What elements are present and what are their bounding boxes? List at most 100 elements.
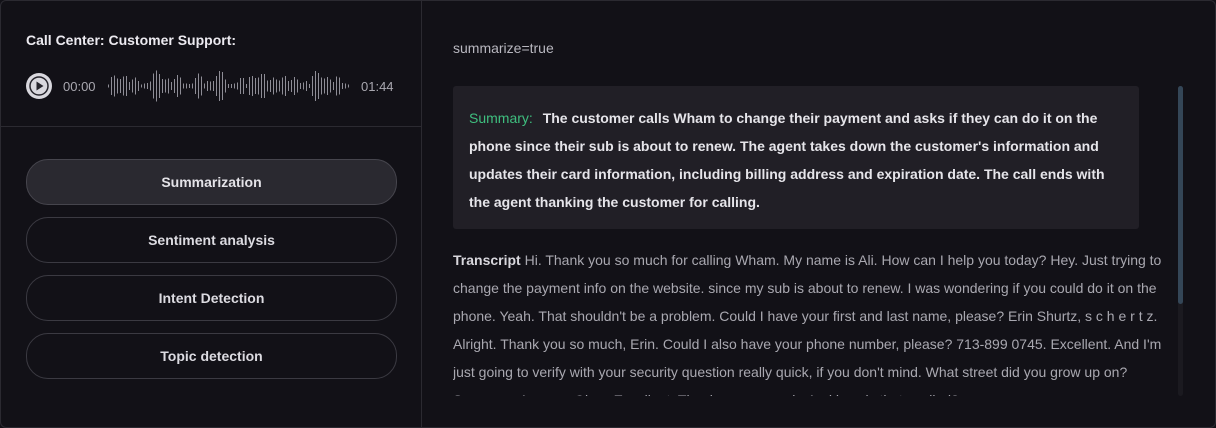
waveform-bar <box>282 77 283 95</box>
waveform-bar <box>189 84 190 88</box>
waveform-bar <box>219 71 220 101</box>
waveform-bar <box>135 77 136 95</box>
waveform-bar <box>315 71 316 101</box>
summary-text: The customer calls Wham to change their … <box>469 110 1105 210</box>
play-button[interactable] <box>26 73 52 99</box>
waveform-bar <box>162 79 163 93</box>
transcript-label: Transcript <box>453 252 521 268</box>
waveform-bar <box>336 76 337 96</box>
waveform-bar <box>171 82 172 90</box>
waveform-bar <box>309 84 310 88</box>
waveform-bar <box>291 80 292 92</box>
waveform-bar <box>183 83 184 89</box>
waveform-bar <box>207 81 208 91</box>
waveform-bar <box>339 77 340 95</box>
waveform-bar <box>306 81 307 91</box>
waveform-bar <box>147 83 148 89</box>
waveform-bar <box>252 76 253 96</box>
waveform-bar <box>129 82 130 90</box>
waveform-bar <box>216 76 217 96</box>
scrollbar-thumb[interactable] <box>1178 86 1183 304</box>
total-duration: 01:44 <box>361 79 394 94</box>
waveform-bar <box>210 81 211 91</box>
waveform-bar <box>273 77 274 95</box>
waveform-bar <box>144 83 145 89</box>
play-icon <box>29 76 49 96</box>
waveform-bar <box>153 73 154 99</box>
waveform-bar <box>111 77 112 95</box>
transcript-text: Hi. Thank you so much for calling Wham. … <box>453 252 1162 396</box>
waveform-bar <box>138 81 139 91</box>
audio-waveform[interactable] <box>107 68 351 104</box>
waveform-bar <box>198 73 199 99</box>
waveform-bar <box>303 82 304 90</box>
app-window: Call Center: Customer Support: 00:00 01:… <box>0 0 1216 428</box>
waveform-bar <box>333 82 334 90</box>
waveform-bar <box>195 78 196 94</box>
waveform-bar <box>117 78 118 94</box>
waveform-bar <box>201 76 202 96</box>
waveform-bar <box>267 80 268 92</box>
request-parameter: summarize=true <box>453 40 554 56</box>
intent-detection-button[interactable]: Intent Detection <box>26 275 397 321</box>
waveform-bar <box>264 74 265 98</box>
current-time: 00:00 <box>63 79 96 94</box>
waveform-bar <box>258 77 259 95</box>
waveform-bar <box>177 75 178 97</box>
waveform-bar <box>108 84 109 88</box>
waveform-bar <box>228 84 229 88</box>
waveform-bar <box>285 76 286 96</box>
waveform-bar <box>120 79 121 93</box>
waveform-bar <box>321 77 322 95</box>
waveform-bar <box>186 83 187 89</box>
waveform-bar <box>237 82 238 90</box>
scrollbar[interactable] <box>1178 86 1183 396</box>
waveform-bar <box>234 83 235 89</box>
waveform-bar <box>348 84 349 88</box>
waveform-bar <box>330 79 331 93</box>
waveform-bar <box>342 83 343 89</box>
waveform-bar <box>246 84 247 88</box>
waveform-bar <box>168 78 169 94</box>
summary-label: Summary: <box>469 110 533 126</box>
waveform-bar <box>255 78 256 94</box>
waveform-bar <box>261 74 262 98</box>
waveform-bar <box>156 70 157 102</box>
call-title: Call Center: Customer Support: <box>26 32 237 48</box>
waveform-bar <box>318 73 319 99</box>
transcript-text-area: Transcript Hi. Thank you so much for cal… <box>453 246 1165 396</box>
waveform-bar <box>159 74 160 98</box>
waveform-bar <box>327 77 328 95</box>
waveform-bar <box>132 79 133 93</box>
waveform-bar <box>141 84 142 88</box>
waveform-bar <box>114 75 115 97</box>
audio-player-section: Call Center: Customer Support: 00:00 01:… <box>1 1 421 127</box>
waveform-bar <box>225 79 226 93</box>
waveform-bar <box>288 81 289 91</box>
waveform-bar <box>204 83 205 89</box>
waveform-bar <box>270 80 271 92</box>
waveform-bar <box>324 78 325 94</box>
waveform-bar <box>297 79 298 93</box>
waveform-bar <box>213 81 214 91</box>
waveform-bar <box>276 79 277 93</box>
waveform-bar <box>180 77 181 95</box>
waveform-bar <box>300 83 301 89</box>
waveform-bar <box>123 76 124 96</box>
summary-box: Summary: The customer calls Wham to chan… <box>453 86 1139 229</box>
waveform-bar <box>165 79 166 93</box>
waveform-bar <box>222 72 223 100</box>
waveform-bar <box>240 78 241 94</box>
sentiment-analysis-button[interactable]: Sentiment analysis <box>26 217 397 263</box>
waveform-bar <box>312 76 313 96</box>
waveform-bar <box>249 77 250 95</box>
waveform-bar <box>294 77 295 95</box>
summarization-button[interactable]: Summarization <box>26 159 397 205</box>
waveform-bar <box>174 79 175 93</box>
waveform-bar <box>243 78 244 94</box>
waveform-bar <box>150 81 151 91</box>
waveform-bar <box>126 76 127 96</box>
right-panel: summarize=true Summary: The customer cal… <box>422 1 1215 427</box>
topic-detection-button[interactable]: Topic detection <box>26 333 397 379</box>
waveform-bar <box>231 84 232 88</box>
